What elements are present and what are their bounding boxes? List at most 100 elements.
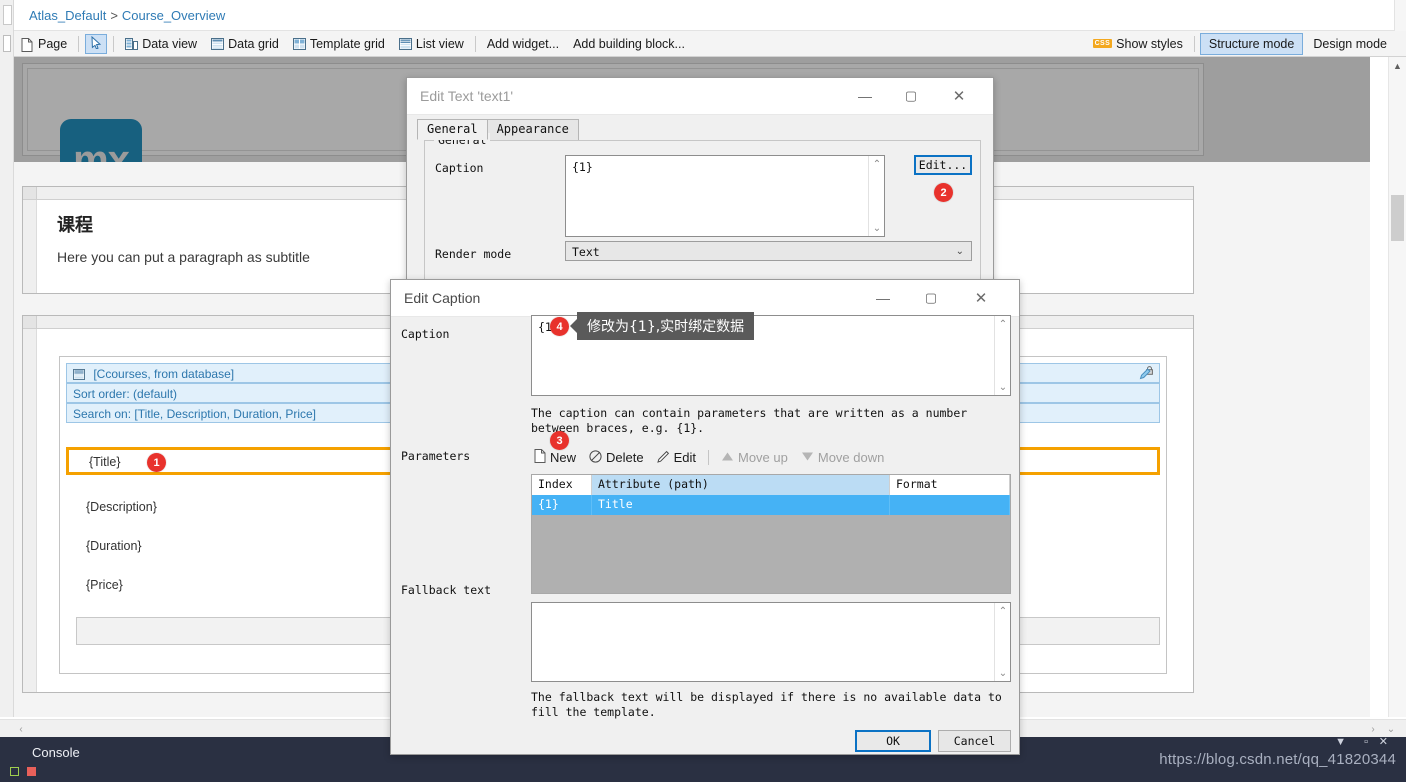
- fallback-textarea[interactable]: ⌃ ⌄: [531, 602, 1011, 682]
- fallback-textarea-scrollbar[interactable]: ⌃ ⌄: [994, 603, 1010, 681]
- toolbar-data-view-button[interactable]: Data view: [119, 35, 203, 53]
- minimize-icon[interactable]: —: [863, 280, 903, 316]
- scroll-left-arrow-icon[interactable]: ‹: [14, 722, 28, 736]
- toolbar-show-styles-button[interactable]: CSS Show styles: [1087, 35, 1189, 53]
- caption-help-text: The caption can contain parameters that …: [531, 406, 968, 435]
- grid-cell-index: {1}: [532, 495, 592, 515]
- edit-caption-dialog[interactable]: Edit Caption — ▢ ✕ Caption {1} ⌃ ⌄ 4 修改为…: [390, 279, 1020, 755]
- caption-textarea-scrollbar[interactable]: ⌃ ⌄: [994, 316, 1010, 395]
- warnings-icon[interactable]: [27, 767, 36, 776]
- scroll-up-arrow-icon[interactable]: ▲: [1389, 57, 1406, 74]
- listview-datasource-label: [Ccourses, from database]: [93, 367, 235, 381]
- ok-button-label: OK: [886, 734, 900, 748]
- ok-button[interactable]: OK: [855, 730, 931, 752]
- scroll-right-arrow-icon[interactable]: ›: [1366, 722, 1380, 736]
- caption-edit-button[interactable]: Edit...: [914, 155, 972, 175]
- text-widget-description[interactable]: {Description}: [86, 500, 157, 514]
- left-dock-stub: [0, 0, 14, 31]
- tab-appearance[interactable]: Appearance: [486, 119, 579, 140]
- param-move-up-label: Move up: [738, 450, 788, 465]
- listview-drag-handle[interactable]: [23, 316, 37, 328]
- param-move-up-button: Move up: [716, 448, 793, 467]
- caption-textarea[interactable]: {1} ⌃ ⌄: [565, 155, 885, 237]
- param-new-button[interactable]: New: [529, 447, 581, 468]
- close-icon[interactable]: ✕: [961, 280, 1001, 316]
- caption-textarea-scrollbar[interactable]: ⌃ ⌄: [868, 156, 884, 236]
- scroll-up-arrow-icon[interactable]: ⌃: [995, 603, 1011, 619]
- edit-text-dialog-titlebar[interactable]: Edit Text 'text1' — ▢ ✕: [407, 78, 993, 115]
- template-grid-icon: [292, 37, 306, 50]
- listview-sort-label: Sort order: (default): [73, 387, 178, 401]
- breadcrumb-current[interactable]: Course_Overview: [122, 8, 225, 23]
- table-row[interactable]: {1} Title: [532, 495, 1010, 515]
- close-icon[interactable]: ✕: [939, 78, 979, 114]
- toolbar-design-mode-button[interactable]: Design mode: [1305, 34, 1395, 54]
- canvas-vertical-scrollbar[interactable]: ▲: [1388, 57, 1406, 717]
- cursor-arrow-icon: [91, 35, 102, 52]
- grid-column-attribute[interactable]: Attribute (path): [592, 475, 890, 495]
- scroll-down-arrow-icon[interactable]: ⌄: [1384, 722, 1398, 736]
- breadcrumb-separator: >: [110, 8, 118, 23]
- scroll-up-arrow-icon[interactable]: ⌃: [869, 156, 885, 172]
- param-edit-button[interactable]: Edit: [652, 448, 701, 468]
- param-new-label: New: [550, 450, 577, 465]
- toolbar-page-button[interactable]: Page: [15, 35, 73, 53]
- triangle-up-icon: [721, 450, 734, 465]
- listview-search-label: Search on: [Title, Description, Duration…: [73, 407, 316, 421]
- fallback-text-label: Fallback text: [401, 583, 492, 597]
- toolbar-separator: [78, 35, 80, 52]
- console-maximize-icon[interactable]: ▫: [1364, 736, 1368, 748]
- toolbar-design-mode-label: Design mode: [1313, 36, 1387, 51]
- caption-label: Caption: [401, 327, 450, 341]
- text-widget-duration-caption: {Duration}: [86, 539, 142, 553]
- parameters-grid[interactable]: Index Attribute (path) Format {1} Title: [531, 474, 1011, 594]
- toolbar-add-widget-button[interactable]: Add widget...: [481, 35, 565, 53]
- toolbar-data-grid-button[interactable]: Data grid: [205, 35, 285, 53]
- edit-text-dialog-title: Edit Text 'text1': [420, 88, 514, 104]
- param-delete-button[interactable]: Delete: [584, 448, 649, 468]
- cancel-button[interactable]: Cancel: [938, 730, 1011, 752]
- console-close-icon[interactable]: ✕: [1379, 735, 1388, 748]
- maximize-icon[interactable]: ▢: [911, 280, 951, 316]
- chevron-down-icon: ⌄: [955, 246, 964, 257]
- param-toolbar-separator: [708, 450, 709, 465]
- errors-icon[interactable]: [10, 767, 19, 776]
- toolbar-list-view-button[interactable]: List view: [393, 35, 470, 53]
- canvas-vscroll-thumb[interactable]: [1391, 195, 1404, 241]
- lock-pencil-icon: [1139, 365, 1155, 383]
- page-subtitle: Here you can put a paragraph as subtitle: [57, 249, 310, 265]
- toolbar-add-building-block-label: Add building block...: [573, 36, 685, 51]
- breadcrumb-root[interactable]: Atlas_Default: [29, 8, 106, 23]
- text-widget-price[interactable]: {Price}: [86, 578, 123, 592]
- render-mode-value: Text: [572, 245, 600, 259]
- grid-column-format[interactable]: Format: [890, 475, 1010, 495]
- maximize-icon[interactable]: ▢: [891, 78, 931, 114]
- scroll-down-arrow-icon[interactable]: ⌄: [995, 665, 1011, 681]
- render-mode-select[interactable]: Text ⌄: [565, 241, 972, 261]
- tab-general[interactable]: General: [417, 119, 488, 140]
- toolbar-add-building-block-button[interactable]: Add building block...: [567, 35, 691, 53]
- param-move-down-button: Move down: [796, 448, 889, 467]
- console-collapse-icon[interactable]: ▼: [1335, 736, 1346, 748]
- select-tool-button[interactable]: [85, 33, 108, 54]
- text-widget-duration[interactable]: {Duration}: [86, 539, 142, 553]
- edit-text-dialog[interactable]: Edit Text 'text1' — ▢ ✕ General Appearan…: [406, 77, 994, 341]
- grid-cell-format: [890, 495, 1010, 515]
- toolbar-show-styles-label: Show styles: [1116, 36, 1183, 51]
- console-toolbar: [10, 767, 36, 776]
- scroll-down-arrow-icon[interactable]: ⌄: [995, 379, 1011, 395]
- toolbar-separator-4: [1193, 35, 1195, 52]
- annotation-marker-2: 2: [934, 183, 953, 202]
- grid-column-index[interactable]: Index: [532, 475, 592, 495]
- toolbar-structure-mode-button[interactable]: Structure mode: [1199, 32, 1304, 55]
- header-widget-gutter: [23, 200, 37, 293]
- data-grid-icon: [211, 37, 225, 50]
- breadcrumb: Atlas_Default > Course_Overview: [29, 8, 225, 23]
- minimize-icon[interactable]: —: [845, 78, 885, 114]
- scroll-up-arrow-icon[interactable]: ⌃: [995, 316, 1011, 332]
- toolbar-template-grid-button[interactable]: Template grid: [287, 35, 391, 53]
- pencil-icon: [656, 450, 670, 466]
- text-widget-title-caption: {Title}: [89, 455, 121, 469]
- toolbar-list-view-label: List view: [415, 36, 464, 51]
- scroll-down-arrow-icon[interactable]: ⌄: [869, 220, 885, 236]
